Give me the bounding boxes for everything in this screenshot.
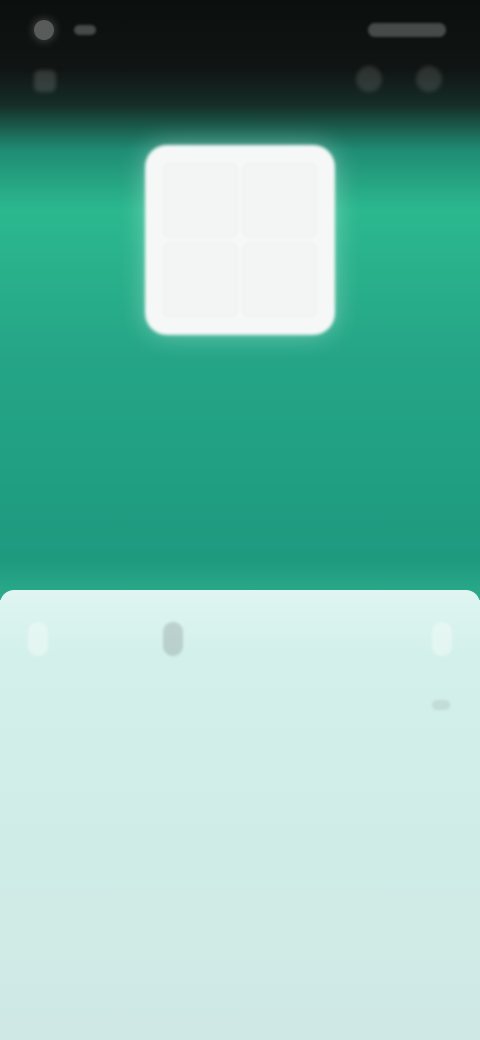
tab-4[interactable] — [431, 622, 452, 656]
tab-2[interactable] — [162, 622, 183, 656]
tab-3[interactable] — [297, 622, 317, 656]
status-indicator-icon — [34, 20, 54, 40]
status-small-glyph — [74, 25, 96, 35]
status-right-glyph — [368, 23, 446, 37]
tab-bar — [0, 602, 480, 676]
app-screen — [0, 0, 480, 1040]
hero-area — [0, 0, 480, 600]
logo-square-1 — [163, 163, 237, 237]
sheet-subrow-indicator — [432, 700, 450, 710]
bottom-sheet — [0, 590, 480, 1040]
logo-square-2 — [243, 163, 317, 237]
status-right — [358, 23, 446, 37]
windows-logo-icon — [145, 145, 335, 335]
logo-square-4 — [243, 243, 317, 317]
top-actions — [356, 66, 442, 92]
status-left — [34, 20, 96, 40]
status-bar — [0, 0, 480, 60]
logo-square-3 — [163, 243, 237, 317]
tab-1[interactable] — [28, 622, 48, 656]
back-icon[interactable] — [34, 70, 56, 92]
action-icon-1[interactable] — [356, 66, 382, 92]
sheet-subrow — [30, 685, 450, 725]
action-icon-2[interactable] — [416, 66, 442, 92]
app-logo-tile — [145, 145, 335, 335]
